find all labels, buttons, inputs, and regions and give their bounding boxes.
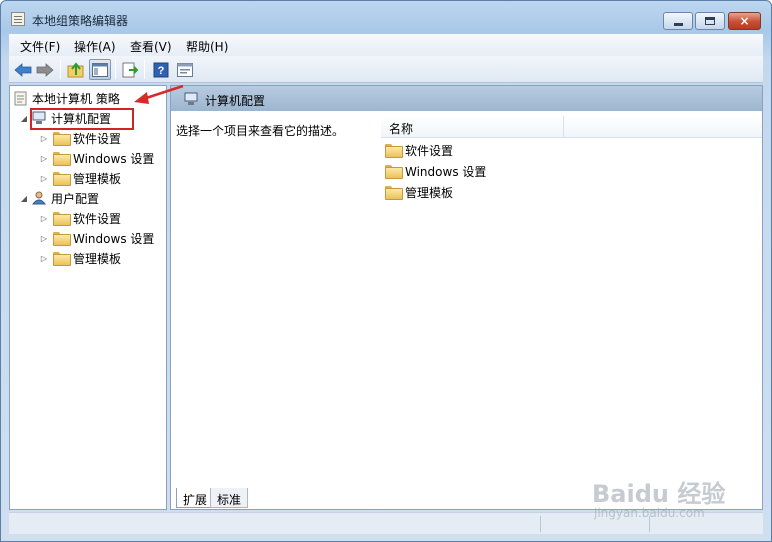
tree-root-label: 本地计算机 策略	[32, 91, 120, 106]
status-divider	[540, 516, 541, 532]
column-name-header[interactable]: 名称	[389, 120, 413, 137]
export-list-icon	[122, 62, 138, 77]
toolbar: ?	[9, 56, 763, 83]
list-item-admin-templates[interactable]: 管理模板	[385, 183, 453, 201]
navigation-tree: 本地计算机 策略 ◢ 计算机配置 ▷ 软件设置 ▷ Windows 设置 ▷ 管…	[9, 85, 167, 510]
tree-item-software-settings[interactable]: ▷ 软件设置	[39, 129, 121, 147]
toolbar-separator	[144, 60, 145, 79]
details-header: 计算机配置	[171, 86, 762, 111]
tab-extended[interactable]: 扩展	[176, 488, 214, 508]
tree-item-windows-settings[interactable]: ▷ Windows 设置	[39, 229, 154, 247]
menu-file[interactable]: 文件(F)	[20, 38, 60, 55]
forward-arrow-icon	[36, 62, 54, 77]
annotation-highlight-box	[30, 108, 134, 130]
close-icon: ×	[739, 14, 750, 28]
back-button[interactable]	[12, 59, 34, 80]
tree-item-label: 管理模板	[73, 251, 122, 266]
tree-item-software-settings[interactable]: ▷ 软件设置	[39, 209, 121, 227]
toolbar-separator	[60, 60, 61, 79]
folder-icon	[385, 144, 403, 158]
tree-item-user-config[interactable]: ◢ 用户配置	[19, 189, 99, 207]
app-window: 本地组策略编辑器 × 文件(F) 操作(A) 查看(V) 帮助(H) ? 本地计…	[0, 0, 772, 542]
expand-triangle-icon[interactable]: ▷	[39, 174, 49, 183]
tree-item-label: 软件设置	[73, 211, 122, 226]
details-title: 计算机配置	[205, 94, 266, 108]
close-button[interactable]: ×	[728, 12, 761, 30]
collapse-triangle-icon[interactable]: ◢	[19, 194, 29, 203]
menu-bar: 文件(F) 操作(A) 查看(V) 帮助(H)	[9, 34, 763, 56]
expand-triangle-icon[interactable]: ▷	[39, 134, 49, 143]
tab-standard-label: 标准	[217, 493, 242, 507]
folder-icon	[53, 252, 71, 266]
expand-triangle-icon[interactable]: ▷	[39, 154, 49, 163]
list-column-header: 名称	[381, 116, 762, 138]
up-folder-icon	[67, 61, 84, 77]
tree-root[interactable]: 本地计算机 策略	[14, 89, 120, 107]
column-divider[interactable]	[563, 116, 564, 137]
folder-icon	[53, 132, 71, 146]
computer-icon	[184, 92, 198, 105]
collapse-triangle-icon[interactable]: ◢	[19, 114, 29, 123]
user-icon	[31, 191, 47, 205]
watermark: Baidu 经验 jingyan.baidu.com	[590, 462, 760, 524]
folder-icon	[53, 212, 71, 226]
description-text: 选择一个项目来查看它的描述。	[176, 124, 345, 138]
help-button[interactable]: ?	[150, 59, 172, 80]
tree-item-user-config-label: 用户配置	[51, 191, 100, 206]
folder-icon	[53, 152, 71, 166]
maximize-icon	[705, 17, 715, 25]
properties-icon	[177, 62, 193, 77]
list-item-label: 管理模板	[405, 185, 454, 200]
forward-button[interactable]	[34, 59, 56, 80]
list-item-label: 软件设置	[405, 143, 454, 158]
tree-item-label: 软件设置	[73, 131, 122, 146]
view-tabs: 扩展 标准	[172, 488, 372, 510]
expand-triangle-icon[interactable]: ▷	[39, 214, 49, 223]
list-item-label: Windows 设置	[405, 164, 487, 179]
folder-icon	[53, 172, 71, 186]
expand-triangle-icon[interactable]: ▷	[39, 234, 49, 243]
list-item-software-settings[interactable]: 软件设置	[385, 141, 453, 159]
tree-item-windows-settings[interactable]: ▷ Windows 设置	[39, 149, 154, 167]
watermark-url: jingyan.baidu.com	[594, 506, 705, 520]
expand-triangle-icon[interactable]: ▷	[39, 254, 49, 263]
tab-extended-label: 扩展	[183, 493, 208, 507]
toolbar-separator	[115, 60, 116, 79]
show-hide-tree-button[interactable]	[89, 59, 111, 80]
show-hide-tree-icon	[92, 62, 108, 77]
details-pane: 计算机配置 选择一个项目来查看它的描述。 名称 软件设置 Windows 设置 …	[170, 85, 763, 510]
watermark-brand: Baidu 经验	[592, 480, 726, 508]
up-level-button[interactable]	[65, 59, 87, 80]
window-title: 本地组策略编辑器	[32, 14, 129, 28]
maximize-button[interactable]	[695, 12, 725, 30]
folder-icon	[53, 232, 71, 246]
tab-standard[interactable]: 标准	[210, 488, 249, 508]
tree-item-label: 管理模板	[73, 171, 122, 186]
folder-icon	[385, 165, 403, 179]
folder-icon	[385, 186, 403, 200]
properties-button[interactable]	[174, 59, 196, 80]
back-arrow-icon	[14, 62, 32, 77]
minimize-button[interactable]	[663, 12, 693, 30]
svg-text:?: ?	[158, 65, 165, 77]
export-list-button[interactable]	[119, 59, 141, 80]
tree-item-label: Windows 设置	[73, 151, 155, 166]
tree-item-label: Windows 设置	[73, 231, 155, 246]
minimize-icon	[673, 22, 683, 26]
list-item-windows-settings[interactable]: Windows 设置	[385, 162, 486, 180]
policy-document-icon	[14, 91, 27, 105]
title-bar[interactable]: 本地组策略编辑器 ×	[1, 1, 771, 33]
tree-item-admin-templates[interactable]: ▷ 管理模板	[39, 249, 121, 267]
menu-help[interactable]: 帮助(H)	[186, 38, 228, 55]
menu-action[interactable]: 操作(A)	[74, 38, 116, 55]
help-icon: ?	[153, 62, 169, 77]
menu-view[interactable]: 查看(V)	[130, 38, 172, 55]
policy-editor-icon	[11, 12, 25, 26]
tree-item-admin-templates[interactable]: ▷ 管理模板	[39, 169, 121, 187]
